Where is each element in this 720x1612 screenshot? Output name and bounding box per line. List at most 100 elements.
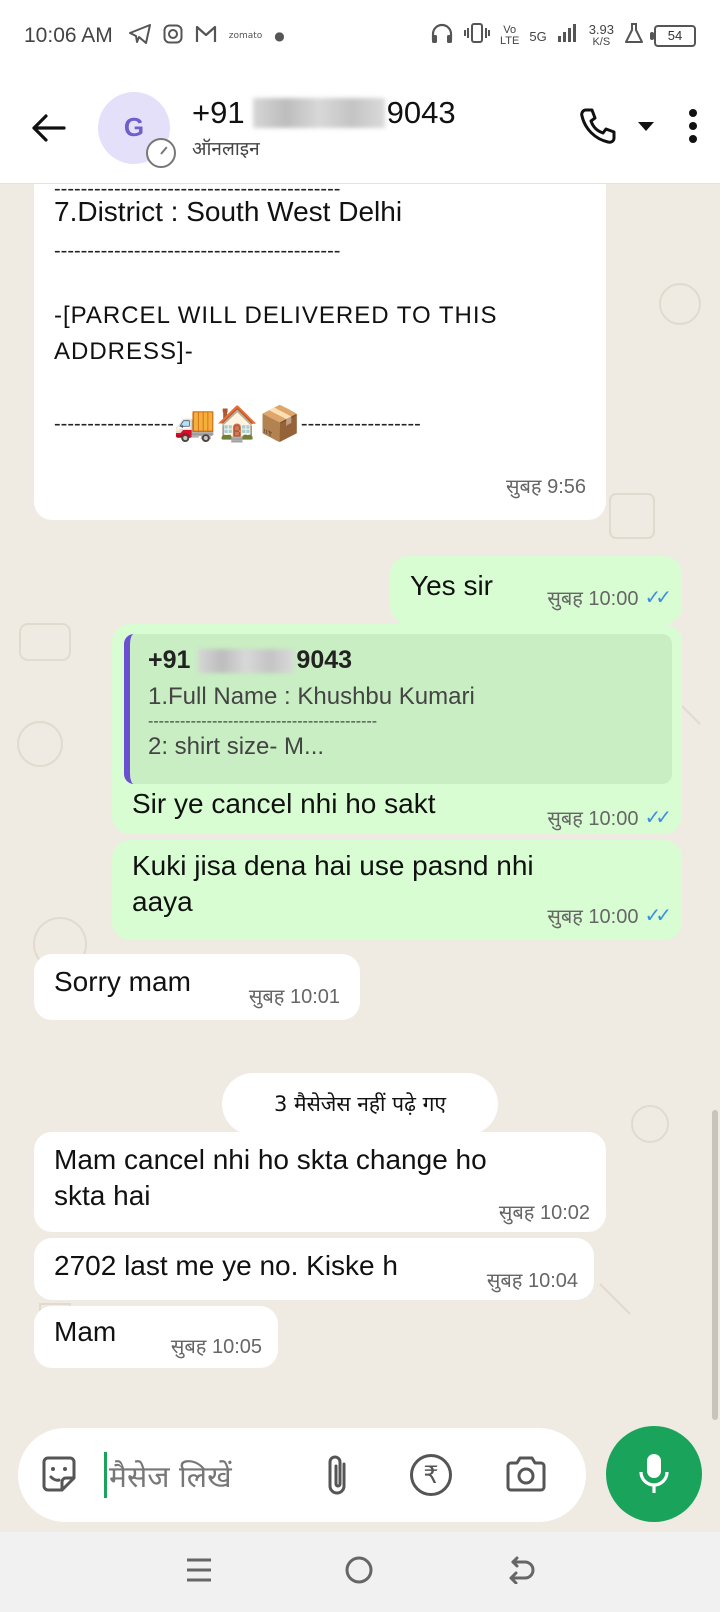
delivery-emojis: 🚚🏠📦 <box>173 405 301 443</box>
timer-icon <box>146 137 176 168</box>
message-text: ------------------ 🚚🏠📦 -----------------… <box>54 404 421 444</box>
message-divider: ----------------------------------------… <box>54 240 341 262</box>
read-ticks-icon: ✓✓ <box>644 905 671 927</box>
message-bubble-outgoing[interactable]: Kuki jisa dena hai use pasnd nhi aaya सु… <box>112 840 682 940</box>
nav-back-icon <box>509 1556 535 1585</box>
message-text: Kuki jisa dena hai use pasnd nhi <box>132 850 534 881</box>
message-bubble-incoming[interactable]: Mam सुबह 10:05 <box>34 1306 278 1368</box>
network-speed: 3.93 K/S <box>588 22 614 48</box>
message-meta: सुबह 10:00 ✓✓ <box>547 584 672 611</box>
more-vert-icon <box>689 108 697 143</box>
headphones-icon <box>430 22 454 50</box>
speed-unit: K/S <box>592 36 611 48</box>
message-meta: सुबह 10:00 ✓✓ <box>547 902 672 929</box>
unread-messages-divider: 3 मैसेजेस नहीं पढ़े गए <box>222 1073 498 1135</box>
speed-value: 3.93 <box>588 22 614 37</box>
notification-dot-icon: ● <box>274 29 285 43</box>
battery-indicator: 54 <box>650 25 696 47</box>
read-ticks-icon: ✓✓ <box>644 807 671 829</box>
message-time: सुबह 10:00 <box>547 906 639 928</box>
contact-info[interactable]: +91 9043 ऑनलाइन <box>192 95 456 161</box>
message-text: Sir ye cancel nhi ho sakt <box>132 788 436 819</box>
contact-status: ऑनलाइन <box>192 137 260 160</box>
message-composer: मैसेज लिखें ₹ <box>18 1428 586 1522</box>
camera-icon <box>506 1456 546 1492</box>
home-button[interactable] <box>344 1555 374 1589</box>
status-time: 10:06 AM <box>24 24 113 47</box>
paperclip-icon <box>328 1455 346 1495</box>
camera-button[interactable] <box>504 1454 548 1498</box>
message-time: सुबह 10:00 <box>547 808 639 830</box>
gmail-icon <box>195 25 217 48</box>
message-time: सुबह 10:04 <box>486 1270 578 1292</box>
recent-apps-button[interactable] <box>185 1557 213 1587</box>
contact-prefix: +91 <box>192 94 245 130</box>
quoted-suffix: 9043 <box>296 646 353 674</box>
message-input[interactable]: मैसेज लिखें <box>109 1455 232 1496</box>
redacted-digits <box>252 97 385 128</box>
5g-indicator: 5G <box>529 28 547 44</box>
mic-icon <box>639 1454 669 1493</box>
caret-down-icon <box>638 122 654 131</box>
zomato-icon: zomato <box>228 31 263 41</box>
quoted-divider: ----------------------------------------… <box>148 713 378 730</box>
message-text: Mam <box>54 1316 117 1347</box>
phone-icon <box>580 108 616 144</box>
message-time: सुबह 10:02 <box>498 1202 590 1224</box>
message-time: सुबह 10:01 <box>248 986 340 1008</box>
voice-record-button[interactable] <box>606 1426 702 1522</box>
payment-button[interactable]: ₹ <box>410 1454 452 1496</box>
message-text: skta hai <box>54 1180 151 1211</box>
message-bubble-outgoing[interactable]: Yes sir सुबह 10:00 ✓✓ <box>390 556 682 624</box>
chat-header: G +91 9043 ऑनलाइन <box>0 72 720 184</box>
quoted-line: 1.Full Name : Khushbu Kumari <box>148 683 475 710</box>
text-cursor <box>104 1452 107 1498</box>
call-button[interactable] <box>578 106 618 150</box>
message-bubble-incoming[interactable]: Mam cancel nhi ho skta change ho skta ha… <box>34 1132 606 1232</box>
message-text: Mam cancel nhi ho skta change ho <box>54 1144 487 1175</box>
message-bubble-incoming[interactable]: ------------------ ----------------------… <box>34 184 606 520</box>
signal-icon <box>557 23 579 49</box>
read-ticks-icon: ✓✓ <box>644 587 671 609</box>
chat-scrollbar[interactable] <box>712 1110 718 1420</box>
quoted-prefix: +91 <box>148 646 191 674</box>
message-text: ADDRESS]- <box>54 338 194 365</box>
back-arrow-icon <box>32 113 66 142</box>
message-text: Sorry mam <box>54 966 191 997</box>
message-text: aaya <box>132 886 193 917</box>
quoted-line: 2: shirt size- M... <box>148 733 325 760</box>
message-text: Yes sir <box>410 570 494 601</box>
telegram-icon <box>128 23 151 49</box>
message-text: 7.District : South West Delhi <box>54 196 403 227</box>
system-nav-bar <box>0 1532 720 1612</box>
sticker-icon <box>42 1456 76 1492</box>
message-meta: सुबह 10:00 ✓✓ <box>547 804 672 831</box>
more-options-button[interactable] <box>688 108 698 148</box>
status-right: Vo LTE 5G 3.93 K/S 54 <box>430 22 696 50</box>
message-time: सुबह 9:56 <box>505 476 586 498</box>
contact-suffix: 9043 <box>386 94 456 130</box>
vibrate-icon <box>463 22 490 50</box>
message-bubble-incoming[interactable]: 2702 last me ye no. Kiske h सुबह 10:04 <box>34 1238 594 1300</box>
home-circle-icon <box>345 1556 373 1584</box>
message-bubble-outgoing-reply[interactable]: +91 9043 1.Full Name : Khushbu Kumari --… <box>112 624 682 834</box>
divider-left: ------------------ <box>54 412 174 435</box>
chat-area[interactable]: ------------------ ----------------------… <box>0 184 720 1424</box>
call-options-button[interactable] <box>636 118 656 137</box>
flask-icon <box>624 22 644 50</box>
instagram-icon <box>163 24 183 49</box>
contact-avatar[interactable]: G <box>98 91 176 168</box>
message-bubble-incoming[interactable]: Sorry mam सुबह 10:01 <box>34 954 360 1020</box>
menu-icon <box>187 1558 212 1582</box>
avatar-letter: G <box>123 112 145 142</box>
lte-label: LTE <box>499 35 520 47</box>
system-back-button[interactable] <box>505 1556 535 1588</box>
message-time: सुबह 10:05 <box>170 1336 262 1358</box>
back-button[interactable] <box>20 100 76 156</box>
quoted-message[interactable]: +91 9043 1.Full Name : Khushbu Kumari --… <box>124 634 672 784</box>
attach-button[interactable] <box>322 1452 352 1502</box>
quoted-sender: +91 9043 <box>148 646 654 675</box>
header-actions <box>578 106 698 150</box>
sticker-button[interactable] <box>38 1454 80 1496</box>
message-time: सुबह 10:00 <box>547 588 639 610</box>
